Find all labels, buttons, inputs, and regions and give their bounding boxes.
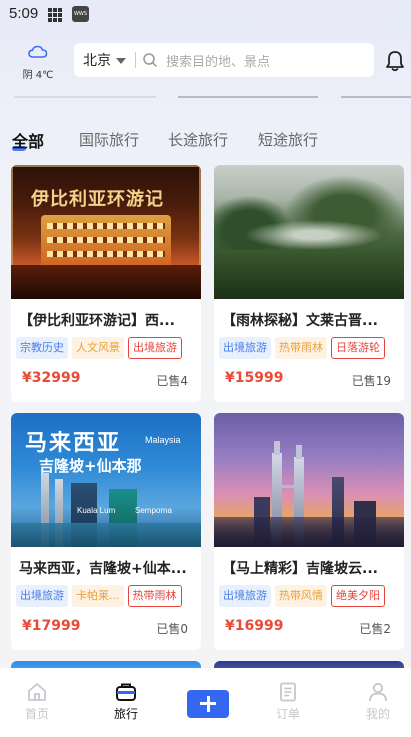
tag: 人文风景	[72, 337, 124, 359]
bottom-nav: 首页 旅行 订单 我的	[0, 668, 411, 737]
card-image	[214, 165, 404, 299]
search-divider	[135, 52, 136, 68]
tab-long-distance[interactable]: 长途旅行	[168, 129, 228, 150]
card-sold-count: 已售19	[351, 374, 391, 388]
card-title: 【马上精彩】吉隆坡云...	[222, 561, 378, 577]
tag-row: 出境旅游 热带雨林 日落游轮	[219, 337, 385, 359]
app-grid-icon	[48, 8, 62, 22]
user-icon	[369, 682, 387, 702]
product-card[interactable]: 【马上精彩】吉隆坡云... 出境旅游 热带风情 绝美夕阳 ¥16999 已售2	[214, 413, 404, 650]
tag: 宗教历史	[16, 337, 68, 359]
card-image-title: 伊比利亚环游记	[31, 189, 164, 210]
add-button[interactable]	[187, 690, 229, 718]
bell-icon[interactable]	[384, 50, 406, 72]
tag: 出境旅游	[128, 337, 182, 359]
card-image-caption: Semporna	[135, 506, 172, 515]
tag: 卡帕莱...	[72, 585, 124, 607]
card-price: ¥15999	[225, 370, 284, 386]
caret-down-icon[interactable]	[116, 58, 126, 64]
card-image: 伊比利亚环游记	[11, 165, 201, 299]
weather-text: 阴 4℃	[22, 70, 54, 81]
tag-row: 出境旅游 热带风情 绝美夕阳	[219, 585, 385, 607]
status-bar: 5:09 WWS	[0, 0, 411, 28]
product-card[interactable]: 马来西亚 Malaysia 吉隆坡+仙本那 Kuala Lum Semporna…	[11, 413, 201, 650]
card-image	[214, 413, 404, 547]
briefcase-icon	[116, 683, 136, 701]
nav-home[interactable]: 首页	[12, 682, 62, 722]
search-input[interactable]: 搜索目的地、景点	[166, 51, 270, 70]
tag: 绝美夕阳	[331, 585, 385, 607]
tag-row: 出境旅游 卡帕莱... 热带雨林	[16, 585, 182, 607]
tag: 日落游轮	[331, 337, 385, 359]
nav-label: 订单	[275, 707, 300, 721]
nav-profile[interactable]: 我的	[353, 682, 403, 722]
banner-edge	[14, 96, 156, 98]
card-image-subtitle: 吉隆坡+仙本那	[39, 457, 142, 475]
banner-carousel[interactable]	[0, 96, 411, 100]
nav-label: 首页	[24, 707, 49, 721]
nav-travel[interactable]: 旅行	[101, 682, 151, 722]
nav-label: 我的	[365, 707, 390, 721]
tab-international[interactable]: 国际旅行	[79, 129, 139, 150]
product-card[interactable]: 伊比利亚环游记 【伊比利亚环游记】西... 宗教历史 人文风景 出境旅游 ¥32…	[11, 165, 201, 402]
notification-app-icon: WWS	[72, 6, 89, 22]
tag: 出境旅游	[219, 337, 271, 359]
category-tabs: 全部 国际旅行 长途旅行 短途旅行	[0, 125, 411, 155]
card-image-caption: Malaysia	[145, 435, 181, 445]
tag: 热带雨林	[127, 585, 182, 607]
tag: 出境旅游	[16, 585, 68, 607]
home-icon	[28, 683, 46, 701]
tab-short-distance[interactable]: 短途旅行	[258, 129, 318, 150]
card-title: 【雨林探秘】文莱古晋...	[222, 313, 378, 329]
product-card[interactable]: 【雨林探秘】文莱古晋... 出境旅游 热带雨林 日落游轮 ¥15999 已售19	[214, 165, 404, 402]
card-sold-count: 已售0	[156, 622, 188, 636]
card-title: 【伊比利亚环游记】西...	[19, 313, 175, 329]
tag: 热带风情	[275, 585, 327, 607]
order-icon	[280, 682, 296, 702]
banner-edge	[341, 96, 411, 98]
banner-edge	[178, 96, 318, 98]
card-price: ¥16999	[225, 618, 284, 634]
tab-all[interactable]: 全部	[12, 128, 44, 152]
nav-orders[interactable]: 订单	[263, 682, 313, 722]
tag: 出境旅游	[219, 585, 271, 607]
search-bar[interactable]: 北京 搜索目的地、景点	[74, 43, 374, 77]
card-price: ¥32999	[22, 370, 81, 386]
weather-widget[interactable]: 阴 4℃	[20, 44, 56, 81]
card-price: ¥17999	[22, 618, 81, 634]
card-sold-count: 已售2	[359, 622, 391, 636]
city-selector[interactable]: 北京	[83, 50, 111, 70]
cloud-icon	[28, 45, 48, 58]
nav-label: 旅行	[113, 707, 138, 721]
card-image-caption: Kuala Lum	[77, 506, 116, 515]
tag-row: 宗教历史 人文风景 出境旅游	[16, 337, 182, 359]
card-image-title: 马来西亚	[25, 431, 122, 456]
search-icon	[143, 53, 157, 67]
card-sold-count: 已售4	[156, 374, 188, 388]
card-image: 马来西亚 Malaysia 吉隆坡+仙本那 Kuala Lum Semporna	[11, 413, 201, 547]
status-time: 5:09	[9, 5, 39, 22]
tag: 热带雨林	[275, 337, 327, 359]
card-title: 马来西亚，吉隆坡+仙本...	[19, 561, 187, 577]
